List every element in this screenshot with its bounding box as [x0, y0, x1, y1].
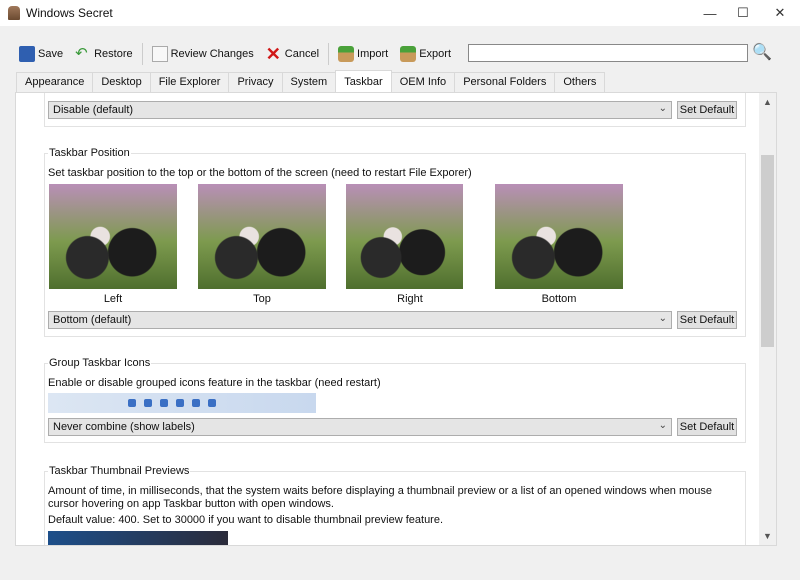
position-right-image[interactable] — [346, 184, 463, 289]
chevron-down-icon: ⌄ — [658, 420, 667, 431]
review-changes-button[interactable]: Review Changes — [147, 41, 259, 67]
tab-others[interactable]: Others — [554, 72, 606, 93]
close-button[interactable]: ✕ — [762, 0, 798, 26]
position-left-image[interactable] — [49, 184, 177, 289]
floppy-icon — [19, 46, 35, 62]
save-button[interactable]: Save — [14, 41, 68, 67]
document-icon — [151, 46, 168, 62]
toolbar: Save ↶ Restore Review Changes ✕ Cancel Imp… — [14, 40, 456, 68]
x-icon: ✕ — [265, 44, 281, 64]
save-label: Save — [38, 48, 64, 60]
top-setting-dropdown[interactable]: Disable (default) ⌄ — [48, 101, 672, 119]
tab-personal-folders[interactable]: Personal Folders — [454, 72, 556, 93]
scrollbar-thumb[interactable] — [761, 155, 774, 347]
group-description: Enable or disable grouped icons feature … — [48, 377, 381, 389]
export-box-icon — [400, 46, 417, 62]
taskbar-settings-panel: Disable (default) ⌄ Set Default Taskbar P… — [15, 92, 777, 546]
undo-icon: ↶ — [75, 45, 88, 62]
chevron-down-icon: ⌄ — [658, 103, 667, 114]
group-title: Taskbar Thumbnail Previews — [48, 465, 191, 477]
chevron-down-icon: ⌄ — [658, 313, 667, 324]
title-bar: Windows Secret — [0, 0, 800, 26]
taskbar-position-dropdown[interactable]: Bottom (default) ⌄ — [48, 311, 672, 329]
scroll-up-icon[interactable]: ▲ — [759, 97, 776, 107]
group-icons-dropdown[interactable]: Never combine (show labels) ⌄ — [48, 418, 672, 436]
window-title: Windows Secret — [26, 6, 113, 20]
default-value-note: Default value: 400. Set to 30000 if you … — [48, 514, 444, 526]
dropdown-value: Never combine (show labels) — [53, 421, 195, 433]
group-description: Set taskbar position to the top or the b… — [48, 167, 472, 179]
taskbar-preview-image — [48, 393, 316, 413]
group-description: Amount of time, in milliseconds, that th… — [48, 485, 713, 510]
search-icon[interactable]: 🔍 — [752, 42, 772, 62]
group-title: Group Taskbar Icons — [48, 357, 152, 369]
position-top-image[interactable] — [198, 184, 326, 289]
separator — [141, 43, 143, 65]
maximize-button[interactable]: ☐ — [725, 0, 761, 26]
cancel-button[interactable]: ✕ Cancel — [261, 41, 324, 67]
caption-right: Right — [397, 293, 423, 305]
tab-desktop[interactable]: Desktop — [92, 72, 151, 93]
vertical-scrollbar[interactable]: ▲ ▼ — [759, 93, 776, 545]
app-icon — [8, 6, 20, 20]
set-default-button[interactable]: Set Default — [677, 418, 737, 436]
scroll-down-icon[interactable]: ▼ — [759, 531, 776, 541]
export-button[interactable]: Export — [395, 41, 456, 67]
set-default-button[interactable]: Set Default — [677, 101, 737, 119]
tab-file-explorer[interactable]: File Explorer — [149, 72, 230, 93]
minimize-button[interactable]: — — [692, 0, 728, 26]
export-label: Export — [419, 48, 451, 60]
position-bottom-image[interactable] — [495, 184, 623, 289]
dropdown-value: Bottom (default) — [53, 314, 132, 326]
set-default-button[interactable]: Set Default — [677, 311, 737, 329]
search-input[interactable] — [468, 44, 748, 62]
thumbnail-preview-image — [48, 531, 228, 545]
tab-privacy[interactable]: Privacy — [228, 72, 283, 93]
import-label: Import — [357, 48, 389, 60]
import-button[interactable]: Import — [333, 41, 393, 67]
import-box-icon — [338, 46, 355, 62]
tab-taskbar[interactable]: Taskbar — [335, 70, 392, 92]
caption-bottom: Bottom — [541, 293, 577, 305]
tab-bar: Appearance Desktop File Explorer Privacy… — [16, 70, 606, 93]
caption-top: Top — [253, 293, 271, 305]
cancel-label: Cancel — [284, 48, 320, 60]
tab-appearance[interactable]: Appearance — [16, 72, 94, 93]
separator — [328, 43, 330, 65]
restore-label: Restore — [94, 48, 133, 60]
caption-left: Left — [103, 293, 123, 305]
restore-button[interactable]: ↶ Restore — [70, 41, 138, 67]
tab-oem-info[interactable]: OEM Info — [390, 72, 456, 93]
group-title: Taskbar Position — [48, 147, 131, 159]
dropdown-value: Disable (default) — [53, 104, 134, 116]
tab-system[interactable]: System — [281, 72, 337, 93]
review-label: Review Changes — [170, 48, 254, 60]
